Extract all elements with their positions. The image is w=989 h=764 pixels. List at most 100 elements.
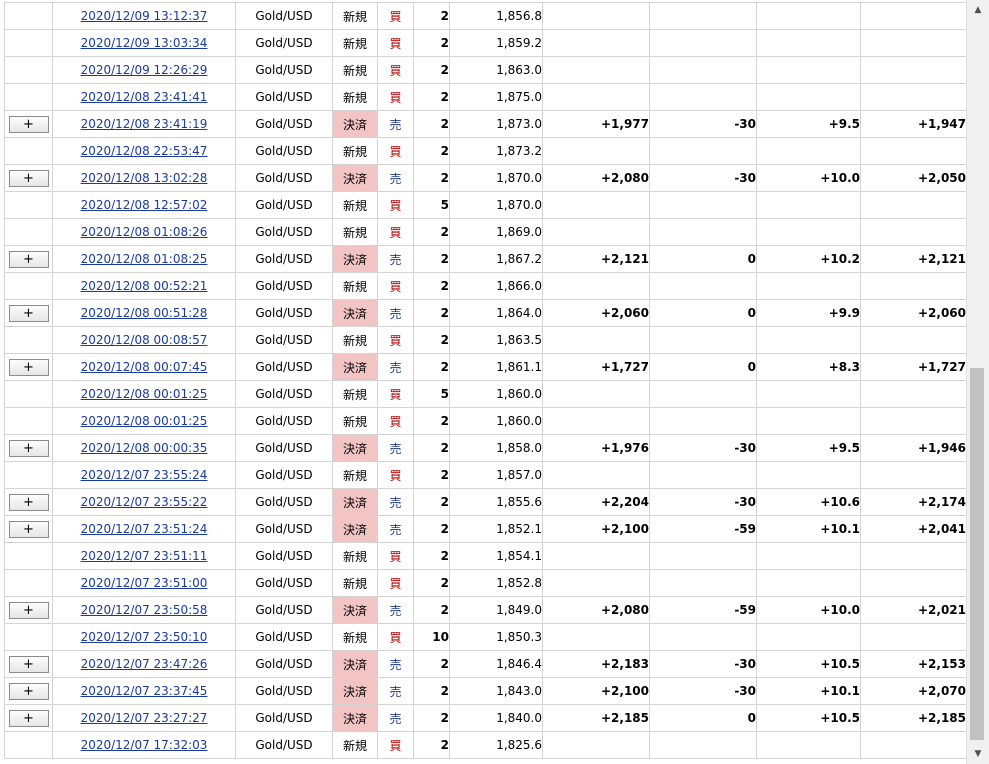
trade-datetime-link[interactable]: 2020/12/09 13:12:37 [81, 9, 208, 23]
trade-datetime-cell: 2020/12/08 00:01:25 [52, 380, 236, 408]
trade-datetime-link[interactable]: 2020/12/08 12:57:02 [81, 198, 208, 212]
trade-datetime-link[interactable]: 2020/12/08 00:52:21 [81, 279, 208, 293]
trade-datetime-link[interactable]: 2020/12/08 13:02:28 [81, 171, 208, 185]
pips-cell [756, 218, 861, 246]
scroll-up-arrow-icon[interactable]: ▲ [967, 0, 989, 20]
trade-profit-cell [542, 29, 650, 57]
row-action-cell [4, 191, 53, 219]
row-action-cell [4, 272, 53, 300]
trade-datetime-link[interactable]: 2020/12/08 00:51:28 [81, 306, 208, 320]
scroll-thumb[interactable] [970, 368, 984, 740]
pips-cell: +10.1 [756, 515, 861, 543]
swap-cell [649, 380, 757, 408]
quantity-cell: 5 [413, 191, 450, 219]
trade-datetime-link[interactable]: 2020/12/08 01:08:25 [81, 252, 208, 266]
quantity-cell: 2 [413, 164, 450, 192]
scroll-down-arrow-icon[interactable]: ▼ [967, 744, 989, 764]
quantity-cell: 2 [413, 110, 450, 138]
expand-row-button[interactable]: + [8, 304, 49, 322]
trade-datetime-link[interactable]: 2020/12/08 00:01:25 [81, 387, 208, 401]
trade-datetime-link[interactable]: 2020/12/08 22:53:47 [81, 144, 208, 158]
price-cell: 1,869.0 [449, 218, 543, 246]
trade-datetime-link[interactable]: 2020/12/08 23:41:19 [81, 117, 208, 131]
trade-side-cell: 買 [377, 569, 414, 597]
pips-cell [756, 542, 861, 570]
trade-side-cell: 売 [377, 515, 414, 543]
settlement-profit-cell: +1,947 [860, 110, 966, 138]
pips-cell [756, 731, 861, 759]
trade-profit-cell [542, 2, 650, 30]
quantity-cell: 2 [413, 83, 450, 111]
price-cell: 1,864.0 [449, 299, 543, 327]
price-cell: 1,852.1 [449, 515, 543, 543]
trade-datetime-link[interactable]: 2020/12/08 00:00:35 [81, 441, 208, 455]
swap-cell [649, 461, 757, 489]
price-cell: 1,867.2 [449, 245, 543, 273]
pips-cell: +10.0 [756, 164, 861, 192]
trade-datetime-link[interactable]: 2020/12/07 23:51:11 [81, 549, 208, 563]
trade-datetime-link[interactable]: 2020/12/07 23:47:26 [81, 657, 208, 671]
trade-side-cell: 売 [377, 596, 414, 624]
expand-row-button[interactable]: + [8, 709, 49, 727]
expand-row-button[interactable]: + [8, 115, 49, 133]
expand-row-button[interactable]: + [8, 358, 49, 376]
trade-datetime-cell: 2020/12/08 13:02:28 [52, 164, 236, 192]
symbol-cell: Gold/USD [235, 461, 333, 489]
trade-datetime-link[interactable]: 2020/12/07 23:50:58 [81, 603, 208, 617]
swap-cell [649, 29, 757, 57]
expand-row-button[interactable]: + [8, 601, 49, 619]
swap-cell: 0 [649, 299, 757, 327]
trade-datetime-link[interactable]: 2020/12/07 23:50:10 [81, 630, 208, 644]
vertical-scrollbar[interactable]: ▲ ▼ [966, 0, 989, 764]
symbol-cell: Gold/USD [235, 326, 333, 354]
expand-row-button[interactable]: + [8, 682, 49, 700]
table-row: +2020/12/08 00:00:35 Gold/USD 決済売 2 1,858.0 +… [4, 434, 966, 462]
row-action-cell: + [4, 434, 53, 462]
symbol-cell: Gold/USD [235, 704, 333, 732]
trade-datetime-link[interactable]: 2020/12/07 23:51:24 [81, 522, 208, 536]
settlement-profit-cell: +1,727 [860, 353, 966, 381]
expand-row-button[interactable]: + [8, 250, 49, 268]
trade-datetime-cell: 2020/12/08 00:00:35 [52, 434, 236, 462]
trade-datetime-link[interactable]: 2020/12/09 13:03:34 [81, 36, 208, 50]
row-action-cell: + [4, 488, 53, 516]
row-action-cell [4, 83, 53, 111]
trade-datetime-link[interactable]: 2020/12/07 23:37:45 [81, 684, 208, 698]
trade-datetime-link[interactable]: 2020/12/07 23:55:24 [81, 468, 208, 482]
order-type-cell: 決済 [332, 596, 378, 624]
trade-datetime-link[interactable]: 2020/12/07 23:55:22 [81, 495, 208, 509]
quantity-cell: 2 [413, 353, 450, 381]
trade-datetime-link[interactable]: 2020/12/08 00:07:45 [81, 360, 208, 374]
trade-datetime-cell: 2020/12/08 00:52:21 [52, 272, 236, 300]
trade-profit-cell [542, 83, 650, 111]
pips-cell: +9.5 [756, 110, 861, 138]
trade-datetime-link[interactable]: 2020/12/08 00:08:57 [81, 333, 208, 347]
trade-side-cell: 買 [377, 326, 414, 354]
quantity-cell: 2 [413, 650, 450, 678]
table-row: +2020/12/07 23:27:27 Gold/USD 決済売 2 1,840.0 +… [4, 704, 966, 732]
trade-datetime-link[interactable]: 2020/12/09 12:26:29 [81, 63, 208, 77]
trade-datetime-link[interactable]: 2020/12/08 01:08:26 [81, 225, 208, 239]
expand-row-button[interactable]: + [8, 169, 49, 187]
trade-side-cell: 売 [377, 650, 414, 678]
expand-row-button[interactable]: + [8, 439, 49, 457]
trade-datetime-link[interactable]: 2020/12/07 23:27:27 [81, 711, 208, 725]
trade-datetime-link[interactable]: 2020/12/08 00:01:25 [81, 414, 208, 428]
expand-row-button[interactable]: + [8, 493, 49, 511]
pips-cell [756, 272, 861, 300]
order-type-cell: 新規 [332, 272, 378, 300]
price-cell: 1,863.5 [449, 326, 543, 354]
price-cell: 1,840.0 [449, 704, 543, 732]
trade-datetime-link[interactable]: 2020/12/07 17:32:03 [81, 738, 208, 752]
pips-cell: +10.6 [756, 488, 861, 516]
trade-datetime-link[interactable]: 2020/12/08 23:41:41 [81, 90, 208, 104]
trade-datetime-link[interactable]: 2020/12/07 23:51:00 [81, 576, 208, 590]
expand-row-button[interactable]: + [8, 520, 49, 538]
order-type-cell: 新規 [332, 83, 378, 111]
swap-cell: 0 [649, 245, 757, 273]
expand-row-button[interactable]: + [8, 655, 49, 673]
pips-cell: +10.5 [756, 650, 861, 678]
settlement-profit-cell [860, 272, 966, 300]
trade-side-cell: 買 [377, 731, 414, 759]
trade-side-cell: 買 [377, 2, 414, 30]
